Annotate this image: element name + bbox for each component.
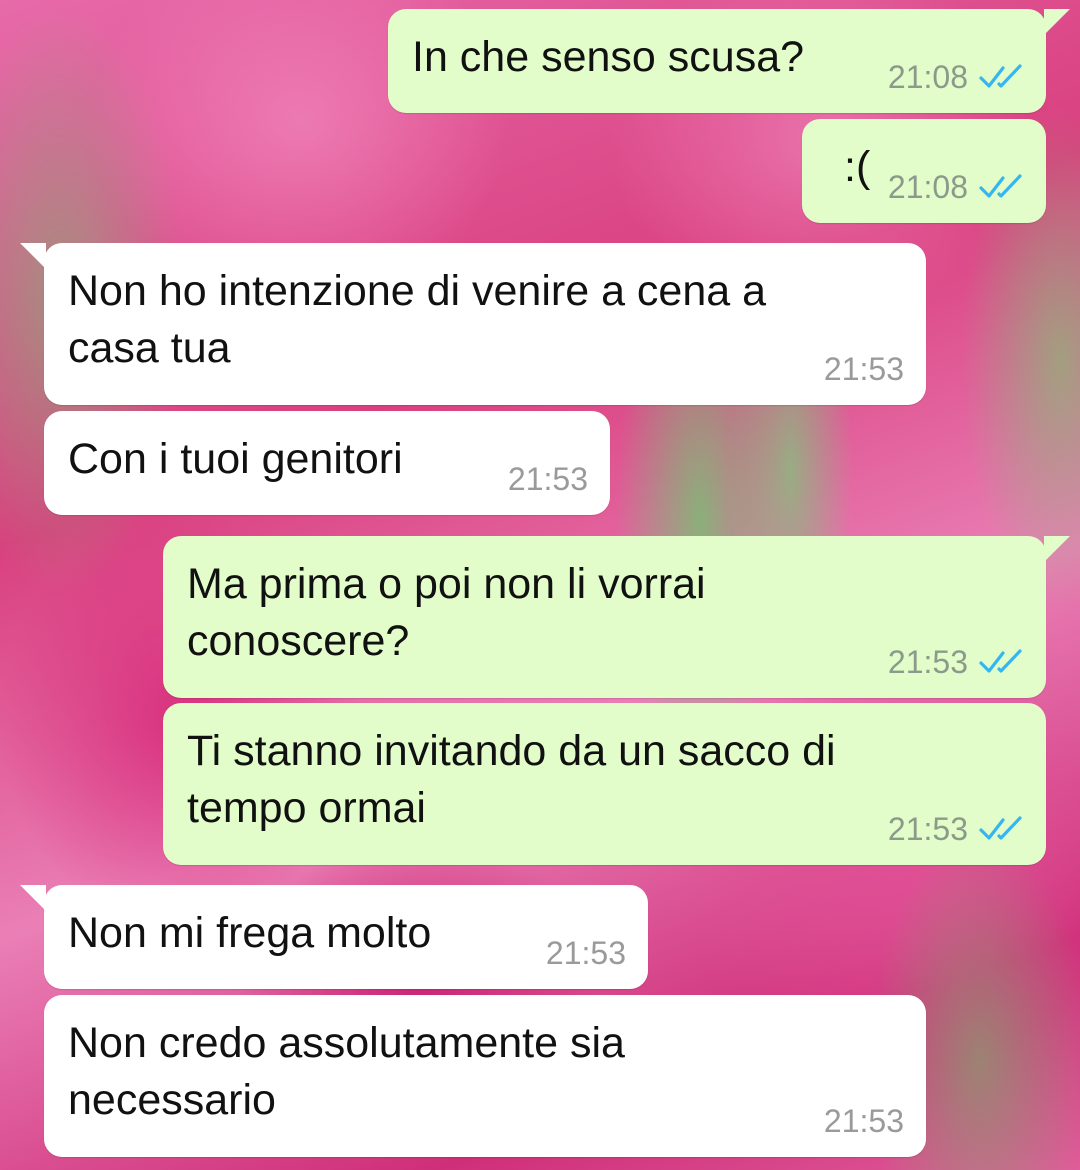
message-time: 21:53 [823, 351, 904, 387]
message-time: 21:53 [507, 461, 588, 497]
message-meta: 21:53 [824, 1103, 904, 1139]
message-bubble-incoming[interactable]: Non mi frega molto 21:53 [20, 885, 648, 989]
message-bubble-incoming[interactable]: Non credo assolutamente sia necessario 2… [44, 995, 926, 1157]
message-meta: 21:08 [888, 169, 1024, 205]
message-text: Non ho intenzione di venire a cena a cas… [68, 267, 767, 372]
message-time: 21:53 [887, 811, 968, 847]
message-time: 21:08 [887, 169, 968, 205]
message-bubble-incoming[interactable]: Con i tuoi genitori 21:53 [44, 411, 610, 515]
message-meta: 21:53 [824, 351, 904, 387]
message-bubble-outgoing[interactable]: Ti stanno invitando da un sacco di tempo… [163, 703, 1046, 865]
message-time: 21:53 [823, 1103, 904, 1139]
double-check-read-icon [979, 64, 1022, 88]
double-check-read-icon [979, 174, 1022, 198]
message-time: 21:53 [545, 935, 626, 971]
message-bubble-incoming[interactable]: Non ho intenzione di venire a cena a cas… [20, 243, 926, 405]
message-text: Non mi frega molto [68, 909, 432, 957]
message-time: 21:53 [887, 644, 968, 680]
message-bubble-outgoing[interactable]: In che senso scusa? 21:08 [388, 9, 1070, 113]
message-meta: 21:08 [888, 59, 1024, 95]
double-check-read-icon [979, 816, 1022, 840]
double-check-read-icon [979, 649, 1022, 673]
message-meta: 21:53 [888, 811, 1024, 847]
message-meta: 21:53 [546, 935, 626, 971]
message-text: Non credo assolutamente sia necessario [68, 1019, 625, 1124]
bubble-tail [20, 243, 46, 269]
message-meta: 21:53 [508, 461, 588, 497]
bubble-tail [20, 885, 46, 911]
message-meta: 21:53 [888, 644, 1024, 680]
bubble-tail [1044, 9, 1070, 35]
message-bubble-outgoing[interactable]: Ma prima o poi non li vorrai conoscere? … [163, 536, 1070, 698]
bubble-tail [1044, 536, 1070, 562]
message-bubble-outgoing[interactable]: :( 21:08 [802, 119, 1046, 223]
message-time: 21:08 [887, 59, 968, 95]
